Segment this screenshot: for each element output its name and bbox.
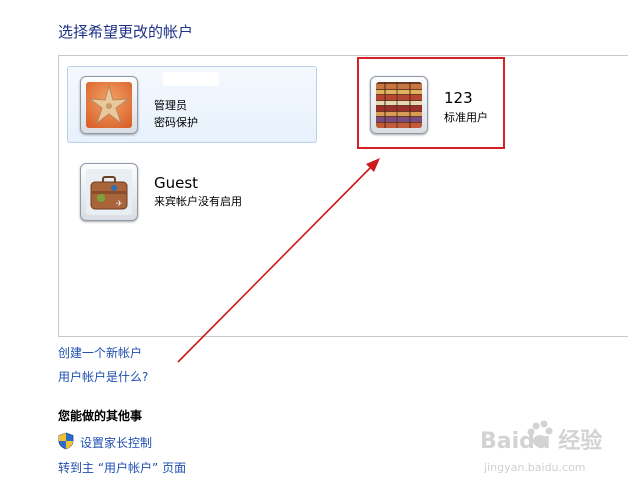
account-status: 来宾帐户没有启用	[154, 195, 242, 208]
account-name: Guest	[154, 174, 199, 192]
account-avatar: ✈	[80, 163, 138, 221]
watermark-url: jingyan.baidu.com	[483, 461, 586, 474]
svg-text:✈: ✈	[116, 199, 123, 208]
account-avatar	[80, 76, 138, 134]
create-account-link[interactable]: 创建一个新帐户	[58, 344, 142, 361]
user-accounts-page: 选择希望更改的帐户 管理员 密码保护 123 标准用户 ✈ Guest 来宾帐户…	[0, 0, 628, 495]
watermark-logo-text: Baidu 经验	[480, 428, 602, 454]
account-status: 密码保护	[154, 116, 198, 129]
shield-icon	[58, 432, 74, 450]
account-name-hidden	[163, 72, 219, 86]
parental-controls-link[interactable]: 设置家长控制	[80, 434, 152, 451]
goto-main-accounts-link[interactable]: 转到主 “用户帐户” 页面	[58, 459, 186, 476]
account-name: 123	[444, 89, 473, 107]
account-tile-123[interactable]: 123 标准用户	[357, 57, 505, 149]
account-type: 标准用户	[444, 111, 488, 124]
account-type: 管理员	[154, 99, 187, 112]
accounts-panel: 管理员 密码保护 123 标准用户 ✈ Guest 来宾帐户没有启用	[58, 55, 628, 337]
colorful-books-icon	[376, 82, 422, 128]
what-is-account-link[interactable]: 用户帐户是什么?	[58, 368, 148, 385]
account-avatar	[370, 76, 428, 134]
starfish-icon	[86, 82, 132, 128]
account-tile-guest[interactable]: ✈ Guest 来宾帐户没有启用	[67, 154, 317, 231]
other-tasks-heading: 您能做的其他事	[58, 409, 143, 423]
page-title: 选择希望更改的帐户	[58, 23, 194, 41]
account-tile-admin[interactable]: 管理员 密码保护	[67, 66, 317, 143]
baidu-watermark: Baidu 经验 jingyan.baidu.com	[478, 418, 623, 488]
suitcase-icon: ✈	[86, 169, 132, 215]
